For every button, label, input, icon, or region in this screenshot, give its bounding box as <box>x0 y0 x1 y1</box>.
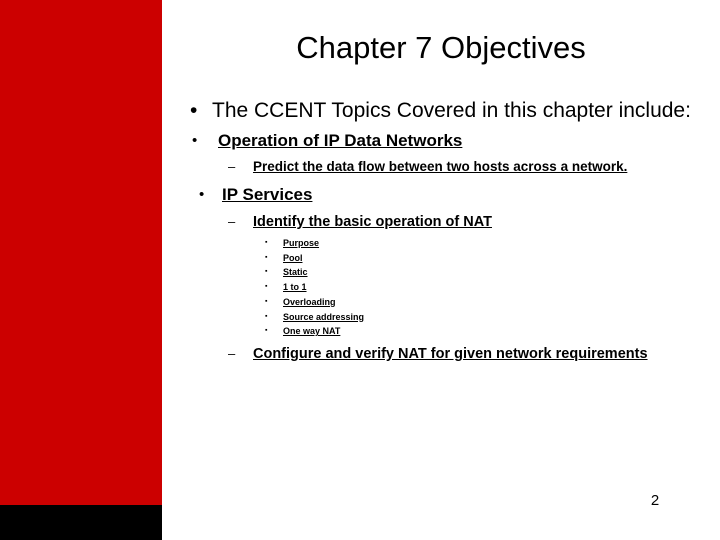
bullet-square-icon: ▪ <box>265 253 268 261</box>
list-item-label: 1 to 1 <box>283 282 307 293</box>
list-item: ▪ 1 to 1 <box>162 280 720 295</box>
list-item-topic-operation-of-ip-data-networks: • Operation of IP Data Networks <box>162 130 720 152</box>
list-item: ▪ Overloading <box>162 295 720 310</box>
list-item-label: Source addressing <box>283 311 365 322</box>
bullet-square-icon: ▪ <box>265 239 268 246</box>
list-item: ▪ One way NAT <box>162 324 720 339</box>
bullet-square-icon: ▪ <box>265 268 268 276</box>
decorative-red-sidebar <box>0 0 162 505</box>
list-item-topic-2-label: IP Services <box>222 185 313 204</box>
list-item: ▪ Source addressing <box>162 310 720 325</box>
list-item: ▪ Static <box>162 265 720 280</box>
bullet-square-icon: ▪ <box>265 327 268 335</box>
list-item-identify-basic-operation-of-nat: – Identify the basic operation of NAT <box>162 212 720 232</box>
bullet-dot-icon: • <box>192 132 198 149</box>
list-item-label: Purpose <box>283 238 320 248</box>
page-number: 2 <box>650 492 660 509</box>
bullet-dash-icon: – <box>228 159 236 174</box>
slide-content-area: Chapter 7 Objectives • The CCENT Topics … <box>162 0 720 540</box>
list-item: ▪ Purpose <box>162 236 720 251</box>
list-item: ▪ Pool <box>162 251 720 266</box>
list-item-intro: • The CCENT Topics Covered in this chapt… <box>162 98 720 124</box>
bullet-square-icon: ▪ <box>265 297 268 305</box>
bullet-square-icon: ▪ <box>265 312 268 320</box>
list-item-topic-2-item-1-label: Identify the basic operation of NAT <box>253 214 492 230</box>
list-item-label: Static <box>283 267 308 278</box>
bullet-dash-icon: – <box>228 345 236 361</box>
bullet-dot-icon: • <box>190 99 198 122</box>
list-item-label: Overloading <box>283 296 336 307</box>
bullet-square-icon: ▪ <box>265 283 268 291</box>
list-item-topic-ip-services: • IP Services <box>162 184 720 206</box>
list-item-intro-label: The CCENT Topics Covered in this chapter… <box>212 99 691 122</box>
presentation-slide: Chapter 7 Objectives • The CCENT Topics … <box>0 0 720 540</box>
objectives-list: • The CCENT Topics Covered in this chapt… <box>162 98 720 364</box>
page-title: Chapter 7 Objectives <box>296 30 586 65</box>
decorative-black-footer-block <box>0 505 162 540</box>
list-item-label: One way NAT <box>283 326 341 337</box>
list-item-topic-1-label: Operation of IP Data Networks <box>218 131 463 150</box>
list-item-topic-2-item-2-label: Configure and verify NAT for given netwo… <box>253 345 648 362</box>
bullet-dash-icon: – <box>228 214 236 229</box>
list-item-topic-1-item-1-label: Predict the data flow between two hosts … <box>253 159 628 174</box>
list-item-label: Pool <box>283 252 303 263</box>
list-item-configure-and-verify-nat: – Configure and verify NAT for given net… <box>162 344 720 364</box>
list-item-predict-data-flow: – Predict the data flow between two host… <box>162 157 720 176</box>
nat-subitems-list: ▪ Purpose ▪ Pool ▪ Static ▪ 1 to 1 ▪ Ove… <box>162 236 720 339</box>
bullet-dot-icon: • <box>199 186 205 203</box>
